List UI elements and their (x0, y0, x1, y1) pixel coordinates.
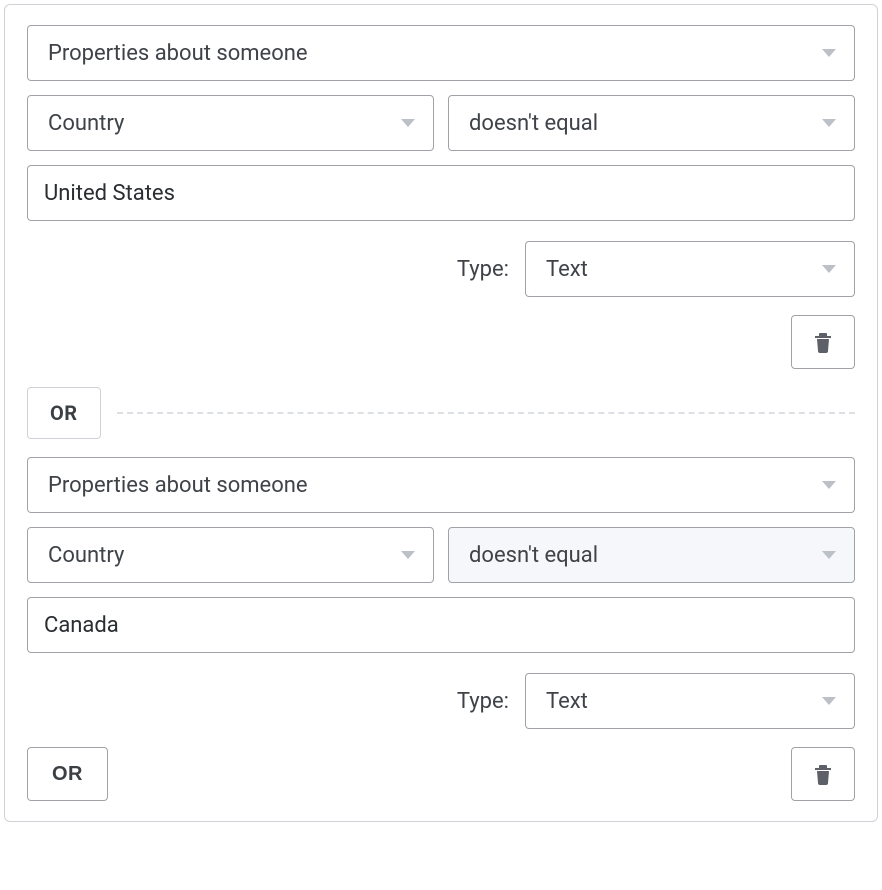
type-label: Type: (457, 257, 509, 282)
chevron-down-icon (401, 119, 415, 127)
trash-icon (813, 763, 833, 785)
property-select[interactable]: Country (27, 527, 434, 583)
property-value: Country (48, 111, 124, 136)
trash-icon (813, 331, 833, 353)
category-select[interactable]: Properties about someone (27, 457, 855, 513)
category-value: Properties about someone (48, 473, 308, 498)
or-button-label: OR (52, 763, 83, 786)
property-select[interactable]: Country (27, 95, 434, 151)
chevron-down-icon (822, 481, 836, 489)
chevron-down-icon (401, 551, 415, 559)
type-select[interactable]: Text (525, 241, 855, 297)
category-select[interactable]: Properties about someone (27, 25, 855, 81)
or-label: OR (27, 387, 101, 439)
property-value: Country (48, 543, 124, 568)
divider-line (117, 412, 855, 414)
value-input[interactable] (27, 165, 855, 221)
value-input[interactable] (27, 597, 855, 653)
type-value: Text (546, 689, 588, 714)
delete-button[interactable] (791, 747, 855, 801)
or-divider: OR (27, 387, 855, 439)
filter-panel: Properties about someone Country doesn't… (4, 4, 878, 822)
type-label: Type: (457, 689, 509, 714)
delete-button[interactable] (791, 315, 855, 369)
chevron-down-icon (822, 697, 836, 705)
operator-value: doesn't equal (469, 543, 598, 568)
operator-select[interactable]: doesn't equal (448, 95, 855, 151)
chevron-down-icon (822, 265, 836, 273)
operator-select[interactable]: doesn't equal (448, 527, 855, 583)
chevron-down-icon (822, 49, 836, 57)
chevron-down-icon (822, 119, 836, 127)
or-button[interactable]: OR (27, 747, 108, 801)
category-value: Properties about someone (48, 41, 308, 66)
type-select[interactable]: Text (525, 673, 855, 729)
operator-value: doesn't equal (469, 111, 598, 136)
type-value: Text (546, 257, 588, 282)
chevron-down-icon (822, 551, 836, 559)
